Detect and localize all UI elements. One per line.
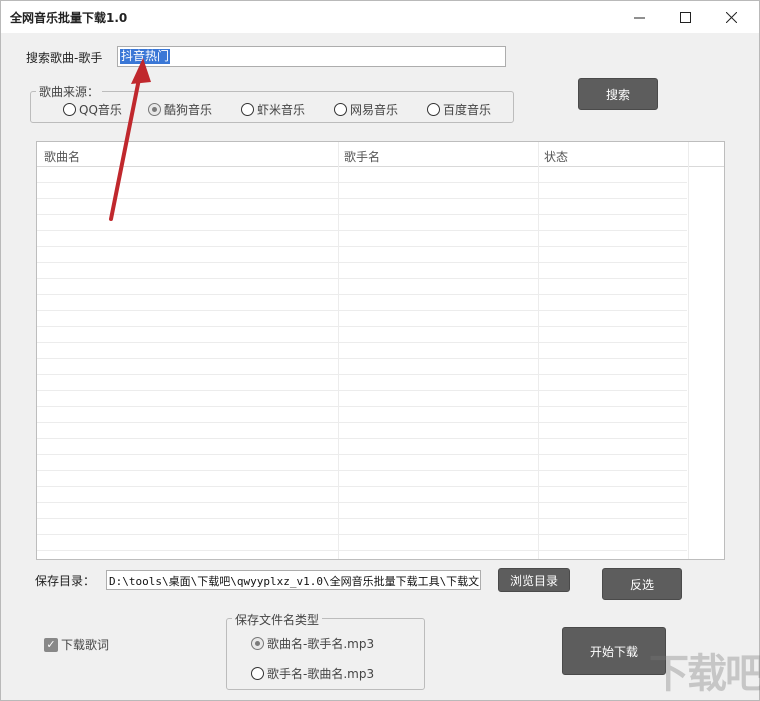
radio-icon <box>251 667 264 680</box>
source-legend: 歌曲来源： <box>36 83 103 100</box>
table-row <box>37 454 687 455</box>
filename-option-label: 歌手名-歌曲名.mp3 <box>267 667 375 681</box>
table-row <box>37 374 687 375</box>
column-header-song[interactable]: 歌曲名 <box>44 148 80 165</box>
search-label: 搜索歌曲-歌手 <box>26 51 103 65</box>
table-row <box>37 486 687 487</box>
radio-icon <box>241 103 254 116</box>
table-row <box>37 326 687 327</box>
table-row <box>37 550 687 551</box>
source-option-netease[interactable]: 网易音乐 <box>334 101 398 118</box>
table-row <box>37 422 687 423</box>
table-row <box>37 358 687 359</box>
source-option-label: 酷狗音乐 <box>164 103 213 117</box>
radio-icon <box>427 103 440 116</box>
source-option-label: 虾米音乐 <box>257 103 306 117</box>
column-divider <box>538 142 539 559</box>
table-row <box>37 518 687 519</box>
close-icon <box>725 11 737 23</box>
checkmark-icon: ✓ <box>44 637 58 652</box>
source-option-label: 百度音乐 <box>443 103 492 117</box>
radio-icon <box>334 103 347 116</box>
table-row <box>37 262 687 263</box>
watermark-logo: 下载吧 <box>649 651 760 697</box>
table-row <box>37 246 687 247</box>
download-lyrics-checkbox[interactable]: ✓ 下载歌词 <box>44 636 109 653</box>
search-button[interactable]: 搜索 <box>578 78 658 110</box>
source-option-xiami[interactable]: 虾米音乐 <box>241 101 305 118</box>
minimize-icon <box>633 17 645 18</box>
table-row <box>37 310 687 311</box>
title-bar: 全网音乐批量下载1.0 <box>1 1 759 33</box>
window-title: 全网音乐批量下载1.0 <box>10 11 128 25</box>
table-row <box>37 278 687 279</box>
column-header-status[interactable]: 状态 <box>544 148 568 165</box>
filename-option-artist-song[interactable]: 歌手名-歌曲名.mp3 <box>251 665 374 682</box>
table-row <box>37 342 687 343</box>
invert-selection-button[interactable]: 反选 <box>602 568 682 600</box>
column-header-artist[interactable]: 歌手名 <box>344 148 380 165</box>
table-row <box>37 390 687 391</box>
app-window: 全网音乐批量下载1.0 搜索歌曲-歌手 抖音热门 搜索 歌曲来源： QQ音乐 酷… <box>0 0 760 701</box>
filename-option-song-artist[interactable]: 歌曲名-歌手名.mp3 <box>251 635 374 652</box>
save-dir-input[interactable]: D:\tools\桌面\下载吧\qwyyplxz_v1.0\全网音乐批量下载工具… <box>106 570 481 590</box>
table-row <box>37 470 687 471</box>
filename-type-legend: 保存文件名类型 <box>232 611 323 628</box>
browse-dir-button[interactable]: 浏览目录 <box>498 568 570 592</box>
table-row <box>37 502 687 503</box>
close-button[interactable] <box>708 1 754 33</box>
column-divider <box>338 142 339 559</box>
filename-option-label: 歌曲名-歌手名.mp3 <box>267 637 375 651</box>
radio-icon <box>63 103 76 116</box>
source-option-baidu[interactable]: 百度音乐 <box>427 101 491 118</box>
save-dir-value: D:\tools\桌面\下载吧\qwyyplxz_v1.0\全网音乐批量下载工具… <box>109 575 480 588</box>
table-row <box>37 230 687 231</box>
source-option-label: 网易音乐 <box>350 103 399 117</box>
search-input[interactable]: 抖音热门 <box>117 46 506 67</box>
table-row <box>37 294 687 295</box>
table-row <box>37 438 687 439</box>
annotation-arrow-icon <box>109 58 151 221</box>
maximize-button[interactable] <box>662 1 708 33</box>
minimize-button[interactable] <box>616 1 662 33</box>
table-row <box>37 406 687 407</box>
download-lyrics-label: 下载歌词 <box>61 638 110 652</box>
column-divider <box>688 142 689 559</box>
maximize-icon <box>679 11 691 23</box>
save-dir-label: 保存目录： <box>35 574 96 588</box>
table-row <box>37 534 687 535</box>
radio-selected-icon <box>251 637 264 650</box>
